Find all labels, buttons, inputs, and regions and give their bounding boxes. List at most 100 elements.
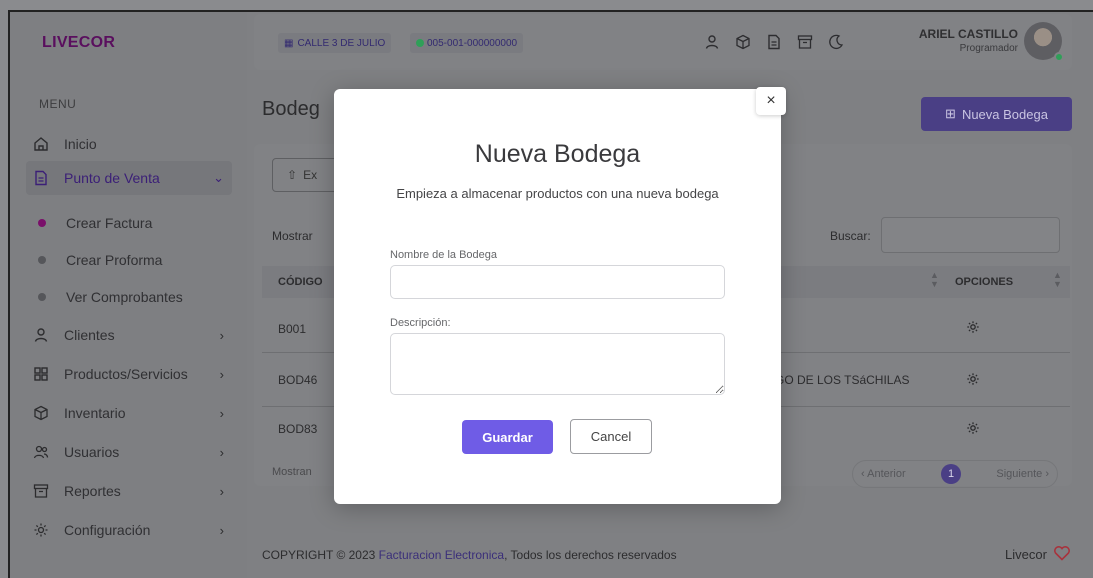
footer-link[interactable]: Facturacion Electronica — [379, 548, 504, 562]
sidebar-item-label: Inventario — [64, 405, 126, 421]
sidebar-subitem-crear-factura[interactable]: Crear Factura — [38, 208, 152, 238]
sidebar-item-punto-de-venta[interactable]: Punto de Venta ⌄ — [26, 161, 232, 195]
emission-code: 005-001-000000000 — [427, 37, 518, 49]
bullet-icon — [38, 256, 46, 264]
grid-icon — [32, 365, 50, 383]
sidebar-item-inventario[interactable]: Inventario › — [26, 396, 232, 430]
warehouse-name-input[interactable] — [390, 265, 725, 299]
search-input[interactable] — [881, 217, 1060, 253]
gear-icon[interactable] — [966, 372, 982, 388]
user-icon[interactable] — [702, 32, 722, 52]
box-icon — [32, 404, 50, 422]
sidebar-subitem-label: Crear Proforma — [66, 252, 163, 268]
upload-icon: ⇧ — [287, 168, 298, 182]
menu-title: MENU — [39, 97, 77, 111]
save-button[interactable]: Guardar — [462, 420, 553, 454]
footer-brand: Livecor — [1005, 545, 1071, 564]
sidebar-subitem-ver-comprobantes[interactable]: Ver Comprobantes — [38, 282, 183, 312]
sidebar-item-label: Clientes — [64, 327, 115, 343]
column-header-codigo[interactable]: CÓDIGO — [278, 276, 323, 288]
sidebar-item-usuarios[interactable]: Usuarios › — [26, 435, 232, 469]
bullet-icon — [38, 293, 46, 301]
sidebar-item-productos-servicios[interactable]: Productos/Servicios › — [26, 357, 232, 391]
pagination: ‹ Anterior 1 Siguiente › — [852, 460, 1058, 488]
sidebar-item-label: Productos/Servicios — [64, 366, 188, 382]
table-cell-code: B001 — [278, 322, 307, 336]
users-icon — [32, 443, 50, 461]
footer: COPYRIGHT © 2023 Facturacion Electronica… — [262, 548, 677, 562]
moon-icon[interactable] — [826, 32, 846, 52]
chevron-right-icon: › — [219, 327, 224, 343]
chevron-right-icon: › — [219, 522, 224, 538]
archive-icon[interactable] — [795, 32, 815, 52]
home-icon — [32, 135, 50, 153]
sidebar-item-label: Inicio — [64, 136, 97, 152]
pager-next[interactable]: Siguiente › — [996, 468, 1049, 480]
sidebar-item-label: Usuarios — [64, 444, 120, 460]
sort-icon[interactable]: ▲ ▼ — [1053, 271, 1062, 289]
status-dot-icon — [416, 39, 424, 47]
sort-icon[interactable]: ▲ ▼ — [930, 271, 939, 289]
sidebar: LIVECOR MENU Inicio Punto de Venta ⌄ Cre… — [10, 12, 247, 578]
table-cell-description: GO DE LOS TSáCHILAS — [775, 373, 910, 387]
online-status-icon — [1054, 52, 1064, 62]
sidebar-subitem-label: Crear Factura — [66, 215, 153, 231]
footer-copyright: COPYRIGHT © 2023 — [262, 548, 376, 562]
branch-name: CALLE 3 DE JULIO — [297, 37, 386, 49]
sidebar-subitem-label: Ver Comprobantes — [66, 289, 183, 305]
page-title: Bodeg — [262, 98, 320, 120]
sidebar-subitem-crear-proforma[interactable]: Crear Proforma — [38, 245, 162, 275]
search-label: Buscar: — [830, 229, 871, 243]
chevron-right-icon: › — [219, 483, 224, 499]
description-field-label: Descripción: — [390, 317, 451, 329]
branch-chip[interactable]: ▦ CALLE 3 DE JULIO — [278, 33, 392, 53]
chevron-right-icon: › — [219, 405, 224, 421]
sidebar-item-reportes[interactable]: Reportes › — [26, 474, 232, 508]
description-textarea[interactable] — [390, 333, 725, 395]
chevron-right-icon: › — [219, 444, 224, 460]
table-cell-code: BOD83 — [278, 422, 318, 436]
user-icon — [32, 326, 50, 344]
gear-icon[interactable] — [966, 320, 982, 336]
emission-point-chip[interactable]: 005-001-000000000 — [410, 33, 524, 53]
close-icon[interactable]: × — [756, 87, 786, 115]
receipt-icon — [32, 169, 50, 187]
app-logo[interactable]: LIVECOR — [42, 34, 115, 52]
document-icon[interactable] — [764, 32, 784, 52]
page-size-label: Mostrar — [272, 229, 313, 243]
new-warehouse-label: Nueva Bodega — [961, 106, 1048, 122]
gear-icon[interactable] — [966, 421, 982, 437]
sidebar-item-configuracion[interactable]: Configuración › — [26, 513, 232, 547]
table-cell-code: BOD46 — [278, 373, 318, 387]
new-warehouse-button[interactable]: ⊞ Nueva Bodega — [921, 97, 1072, 131]
name-field-label: Nombre de la Bodega — [390, 249, 498, 261]
modal-title: Nueva Bodega — [474, 140, 641, 168]
sidebar-item-label: Reportes — [64, 483, 121, 499]
column-header-opciones[interactable]: OPCIONES — [955, 276, 1013, 288]
chevron-down-icon: ⌄ — [213, 170, 224, 185]
heart-icon — [1053, 545, 1071, 564]
bullet-icon — [38, 219, 46, 227]
sidebar-item-inicio[interactable]: Inicio — [26, 127, 232, 161]
cancel-button[interactable]: Cancel — [570, 419, 652, 454]
chevron-right-icon: › — [219, 366, 224, 382]
archive-icon — [32, 482, 50, 500]
table-info: Mostran — [272, 466, 312, 478]
sidebar-item-label: Configuración — [64, 522, 151, 538]
pager-prev[interactable]: ‹ Anterior — [861, 468, 906, 480]
pager-page[interactable]: 1 — [941, 464, 962, 484]
export-button[interactable]: ⇧ Ex — [272, 158, 342, 192]
building-icon: ▦ — [284, 37, 294, 49]
gear-icon — [32, 521, 50, 539]
modal-subtitle: Empieza a almacenar productos con una nu… — [396, 186, 719, 201]
plus-square-icon: ⊞ — [945, 106, 956, 121]
top-bar: ▦ CALLE 3 DE JULIO 005-001-000000000 ARI… — [254, 14, 1072, 70]
top-icons — [702, 32, 846, 52]
sidebar-item-label: Punto de Venta — [64, 170, 160, 186]
sidebar-item-clientes[interactable]: Clientes › — [26, 318, 232, 352]
user-role: Programador — [959, 43, 1018, 54]
box-icon[interactable] — [733, 32, 753, 52]
footer-brand-name: Livecor — [1005, 547, 1047, 562]
user-name[interactable]: ARIEL CASTILLO — [910, 27, 1018, 41]
footer-rights: , Todos los derechos reservados — [504, 548, 677, 562]
